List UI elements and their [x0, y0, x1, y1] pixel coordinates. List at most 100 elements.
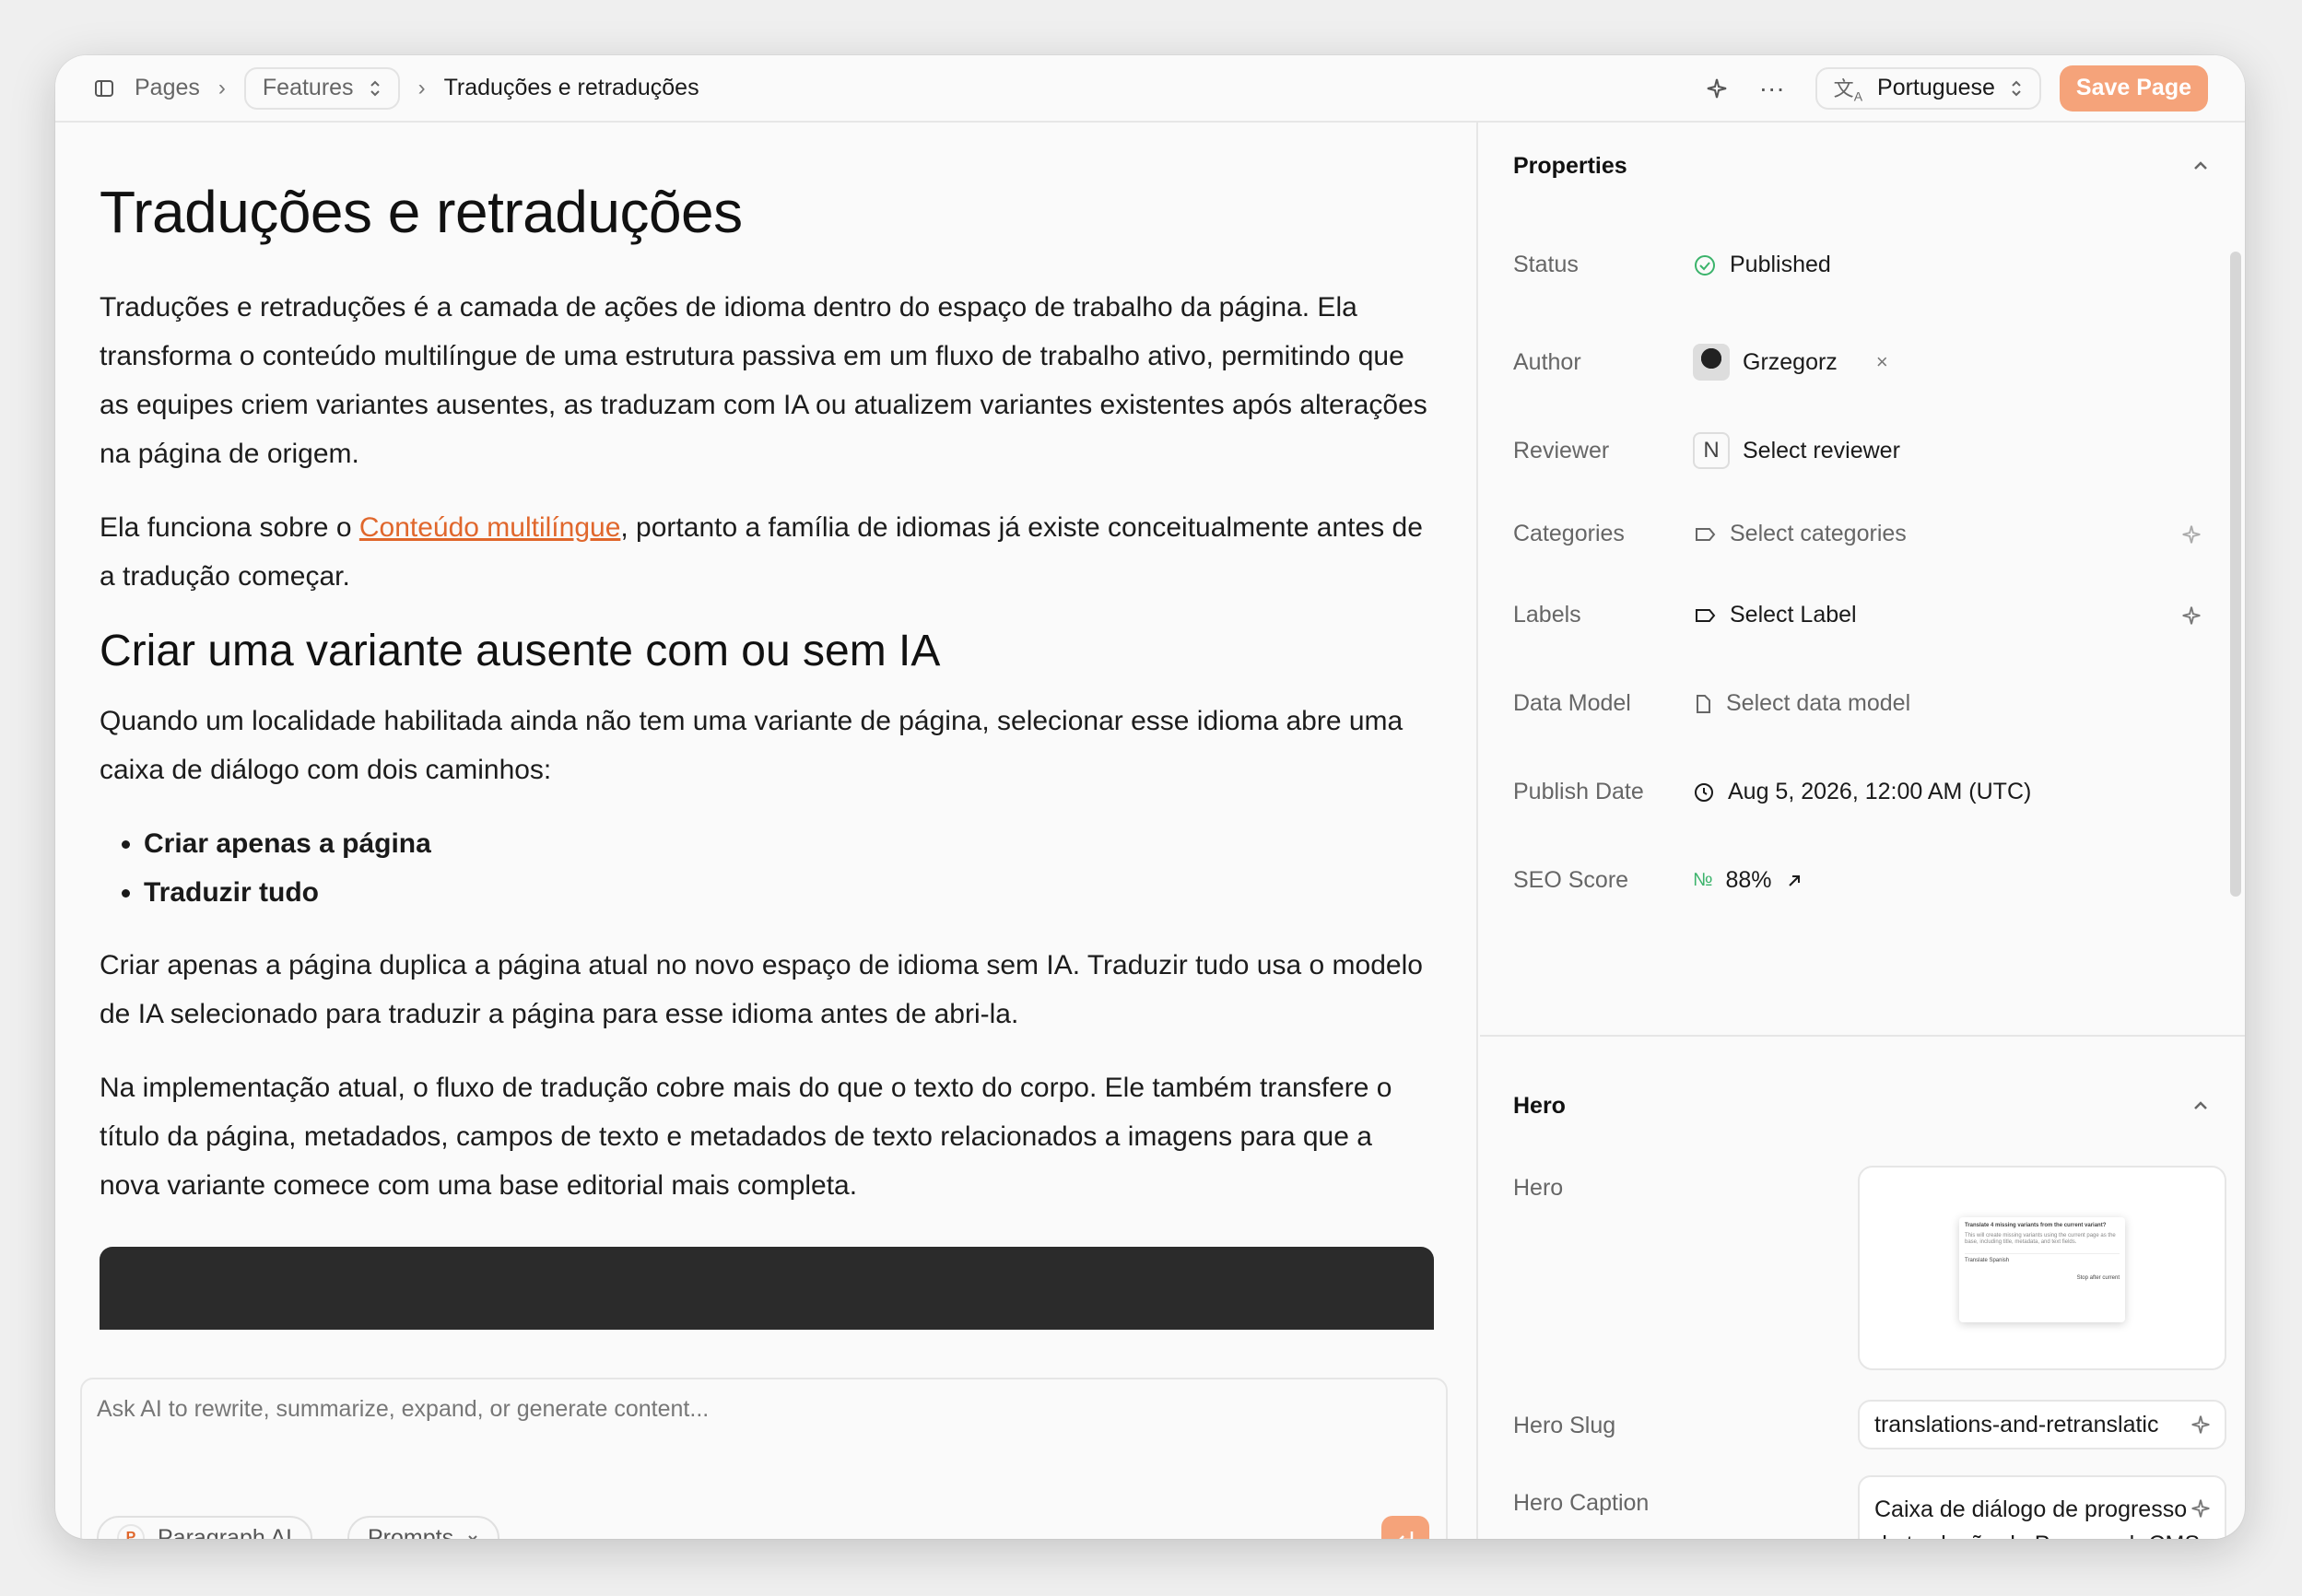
preview-row: Translate Spanish: [1965, 1253, 2120, 1264]
labels-value: Select Label: [1730, 602, 1857, 628]
close-icon[interactable]: ×: [1876, 350, 1888, 374]
ai-sparkle-icon[interactable]: [2190, 1414, 2212, 1436]
prop-label: SEO Score: [1513, 867, 1629, 893]
paragraph[interactable]: Criar apenas a página duplica a página a…: [100, 941, 1434, 1039]
preview-heading: Translate 4 missing variants from the cu…: [1965, 1223, 2107, 1228]
check-circle-icon: [1695, 254, 1715, 276]
publish-date-value: Aug 5, 2026, 12:00 AM (UTC): [1728, 779, 2032, 804]
article-content[interactable]: Traduções e retraduções Traduções e retr…: [55, 123, 1476, 1330]
prop-label: Hero Slug: [1513, 1413, 1616, 1438]
updown-chevron-icon: [370, 80, 380, 96]
arrow-up-right-icon: [1788, 874, 1800, 886]
prop-label: Author: [1513, 348, 1581, 375]
seo-score-link[interactable]: № 88%: [1693, 867, 1803, 894]
ai-sparkle-icon[interactable]: [2180, 604, 2202, 627]
paragraph[interactable]: Ela funciona sobre o Conteúdo multilíngu…: [100, 503, 1434, 601]
paragraph[interactable]: Traduções e retraduções é a camada de aç…: [100, 283, 1434, 478]
hero-image-preview: Translate 4 missing variants from the cu…: [1959, 1217, 2125, 1322]
prop-label: Status: [1513, 252, 1579, 277]
list-item[interactable]: Criar apenas a página: [144, 819, 1434, 868]
reviewer-value: Select reviewer: [1743, 437, 1900, 464]
reviewer-initial-badge: N: [1693, 432, 1730, 469]
more-options-icon[interactable]: ···: [1759, 74, 1785, 102]
ai-sparkle-icon[interactable]: [2180, 523, 2202, 546]
prop-status: Status Published: [1513, 252, 2223, 278]
status-select[interactable]: Published: [1693, 252, 1831, 278]
ai-prompt-box[interactable]: Ask AI to rewrite, summarize, expand, or…: [80, 1378, 1448, 1539]
status-value: Published: [1730, 252, 1831, 277]
hero-slug-value: translations-and-retranslatic: [1874, 1411, 2159, 1438]
ai-sparkle-icon[interactable]: [1705, 76, 1729, 100]
paragraph-logo-icon: P: [117, 1524, 145, 1539]
prop-publish-date: Publish Date Aug 5, 2026, 12:00 AM (UTC): [1513, 779, 2223, 805]
hero-caption-textarea[interactable]: Caixa de diálogo de progresso de traduçã…: [1858, 1475, 2226, 1539]
author-value: Grzegorz: [1743, 348, 1838, 375]
prompts-label: Prompts: [368, 1524, 454, 1540]
seo-score-value: 88%: [1725, 867, 1772, 893]
top-bar: Pages › Features › Traduções e retraduçõ…: [55, 55, 2245, 123]
app-window: Pages › Features › Traduções e retraduçõ…: [55, 55, 2245, 1539]
avatar: [1693, 344, 1730, 381]
preview-body: This will create missing variants using …: [1965, 1233, 2116, 1245]
save-page-button[interactable]: Save Page: [2059, 65, 2208, 111]
prop-categories: Categories Select categories: [1513, 521, 2223, 547]
publish-date-picker[interactable]: Aug 5, 2026, 12:00 AM (UTC): [1693, 779, 2031, 805]
prop-label: Publish Date: [1513, 779, 1644, 804]
hero-slug-input[interactable]: translations-and-retranslatic: [1858, 1400, 2226, 1449]
properties-header[interactable]: Properties: [1480, 143, 2245, 189]
reviewer-select[interactable]: N Select reviewer: [1693, 432, 1900, 469]
prop-reviewer: Reviewer N Select reviewer: [1513, 432, 2223, 469]
breadcrumb-pages[interactable]: Pages: [135, 75, 200, 101]
prop-seo-score: SEO Score № 88%: [1513, 867, 2223, 894]
ai-sparkle-icon[interactable]: [2190, 1497, 2212, 1520]
prompts-dropdown[interactable]: Prompts: [347, 1516, 500, 1540]
hero-section-title: Hero: [1513, 1092, 1566, 1119]
prop-author: Author Grzegorz ×: [1513, 344, 2223, 381]
data-model-select[interactable]: Select data model: [1693, 690, 1910, 717]
hero-caption-value: Caixa de diálogo de progresso de traduçã…: [1874, 1496, 2200, 1539]
list-item[interactable]: Traduzir tudo: [144, 868, 1434, 917]
categories-select[interactable]: Select categories: [1693, 521, 1907, 547]
prop-label: Data Model: [1513, 690, 1631, 716]
section-heading[interactable]: Criar uma variante ausente com ou sem IA: [100, 626, 1434, 676]
hero-image[interactable]: Translate 4 missing variants from the cu…: [1858, 1166, 2226, 1370]
tag-icon: [1696, 527, 1716, 541]
preview-button: Stop after current: [2076, 1275, 2120, 1281]
ai-prompt-input[interactable]: Ask AI to rewrite, summarize, expand, or…: [97, 1396, 709, 1423]
breadcrumb-features-label: Features: [262, 75, 354, 100]
chevron-up-icon[interactable]: [2190, 155, 2212, 177]
enter-icon: [1399, 1531, 1414, 1539]
send-button[interactable]: [1381, 1516, 1429, 1539]
labels-select[interactable]: Select Label: [1693, 602, 1857, 628]
prop-label: Labels: [1513, 602, 1581, 628]
prop-labels: Labels Select Label: [1513, 602, 2223, 628]
updown-chevron-icon: [2012, 80, 2021, 96]
paragraph[interactable]: Quando um localidade habilitada ainda nã…: [100, 697, 1434, 794]
prop-label: Hero Caption: [1513, 1490, 1650, 1516]
chevron-down-icon: [468, 1535, 477, 1539]
language-label: Portuguese: [1877, 75, 1995, 100]
paragraph[interactable]: Na implementação atual, o fluxo de tradu…: [100, 1063, 1434, 1210]
number-icon: №: [1693, 870, 1713, 890]
editor-area: Traduções e retraduções Traduções e retr…: [55, 123, 1478, 1539]
page-title[interactable]: Traduções e retraduções: [100, 178, 1434, 246]
properties-title: Properties: [1513, 152, 1627, 179]
prop-label: Hero: [1513, 1175, 1564, 1201]
embedded-image[interactable]: [100, 1247, 1434, 1330]
clock-icon: [1695, 782, 1713, 802]
sidebar-scrollbar[interactable]: [2230, 252, 2241, 897]
prop-label: Reviewer: [1513, 437, 1610, 464]
breadcrumb-chevron-icon: ›: [417, 75, 426, 100]
breadcrumb-features-select[interactable]: Features: [243, 66, 400, 110]
chevron-up-icon[interactable]: [2190, 1095, 2212, 1117]
language-select[interactable]: 文A Portuguese: [1815, 66, 2041, 110]
data-model-value: Select data model: [1726, 690, 1911, 716]
translate-icon: 文A: [1833, 76, 1863, 104]
multilingual-content-link[interactable]: Conteúdo multilíngue: [359, 512, 621, 543]
categories-value: Select categories: [1730, 521, 1907, 546]
hero-header[interactable]: Hero: [1480, 1083, 2245, 1129]
properties-sidebar: Properties Status Published Author Grzeg…: [1480, 123, 2245, 1539]
author-select[interactable]: Grzegorz ×: [1693, 344, 1888, 381]
paragraph-ai-chip[interactable]: P Paragraph AI: [97, 1516, 312, 1539]
sidebar-toggle-icon[interactable]: [92, 76, 116, 100]
